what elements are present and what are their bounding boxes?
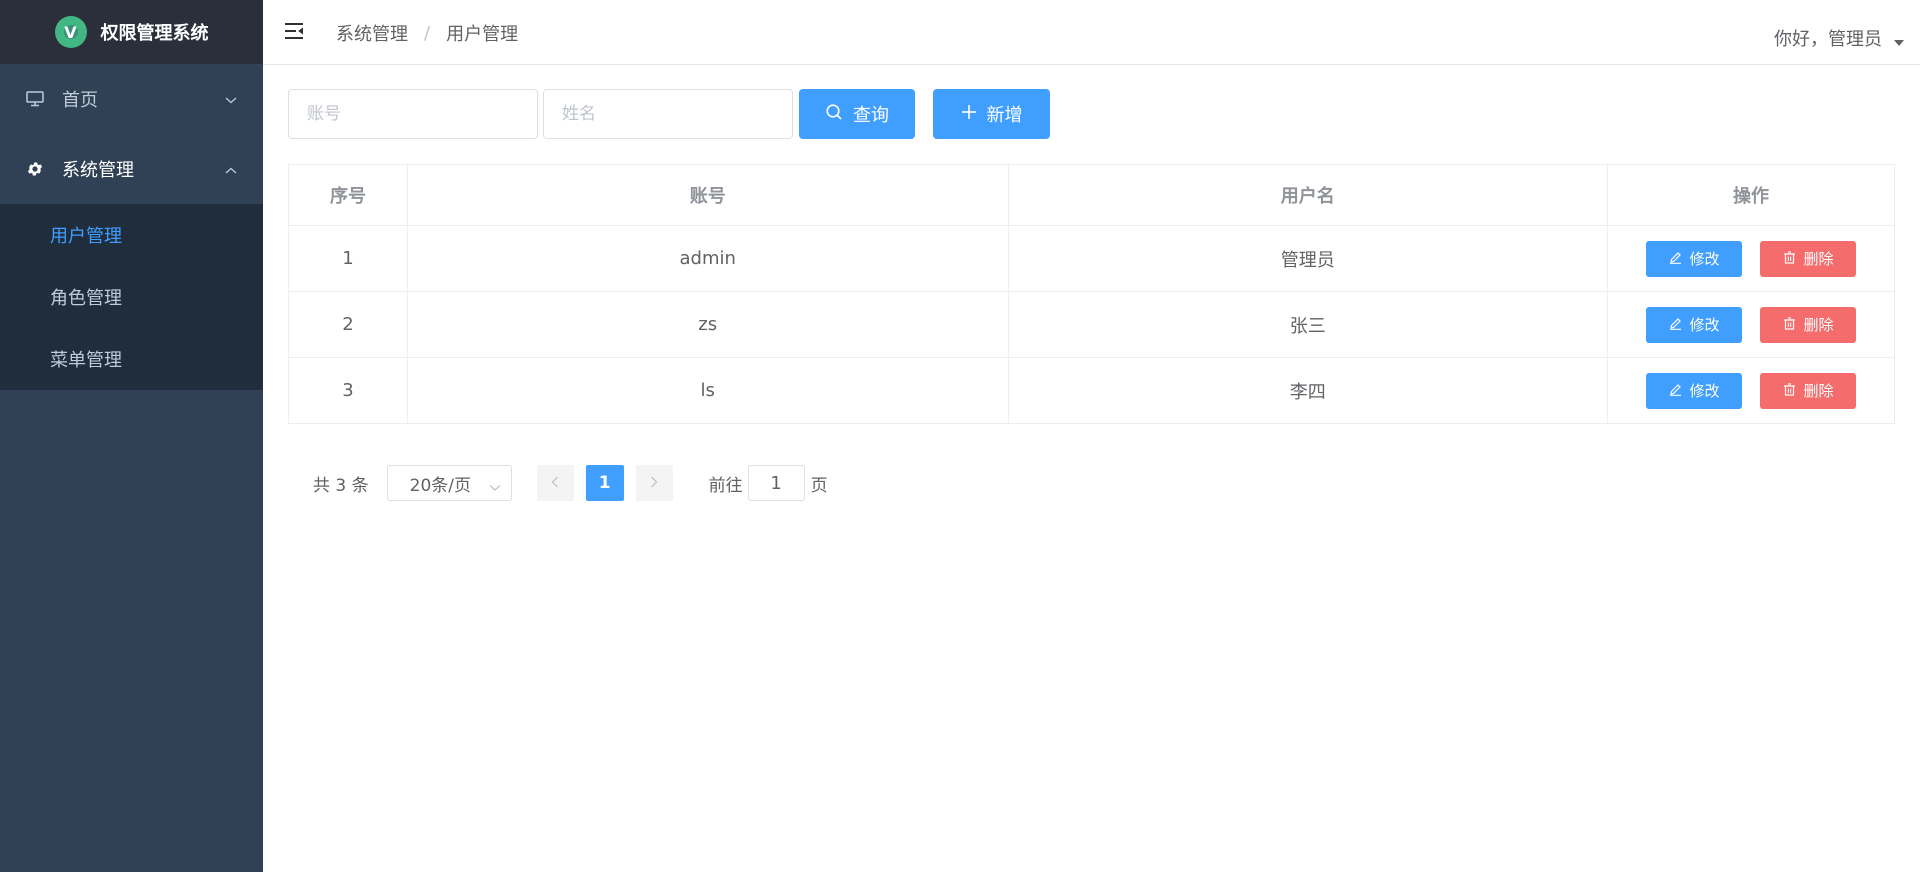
sidebar-item-menus[interactable]: 菜单管理	[0, 328, 263, 390]
table-row: 2 zs 张三 修改 删除	[288, 291, 1895, 358]
edit-icon	[1669, 250, 1682, 268]
table-row: 1 admin 管理员 修改 删除	[288, 225, 1895, 292]
edit-button-label: 修改	[1689, 316, 1720, 334]
vue-logo-icon: V	[54, 16, 87, 48]
page-number-current[interactable]: 1	[585, 465, 624, 501]
breadcrumb-item-system[interactable]: 系统管理	[336, 20, 408, 46]
delete-button[interactable]: 删除	[1760, 306, 1857, 343]
delete-button-label: 删除	[1803, 316, 1834, 334]
column-header-actions: 操作	[1607, 164, 1895, 226]
column-header-index: 序号	[288, 164, 408, 226]
cell-actions: 修改 删除	[1607, 357, 1895, 424]
page-size-value: 20条/页	[409, 475, 471, 496]
edit-button-label: 修改	[1689, 382, 1720, 400]
trash-icon	[1783, 250, 1796, 268]
cell-actions: 修改 删除	[1607, 225, 1895, 292]
page-size-select[interactable]: 20条/页	[386, 465, 512, 501]
account-search-input[interactable]	[288, 89, 538, 139]
cell-account: zs	[406, 291, 1009, 358]
delete-button-label: 删除	[1803, 250, 1834, 268]
user-greeting[interactable]: 你好，管理员	[1774, 25, 1882, 51]
trash-icon	[1783, 382, 1796, 400]
goto-label: 前往	[708, 475, 743, 496]
goto-page-input[interactable]	[747, 465, 805, 501]
cell-username: 管理员	[1007, 225, 1609, 292]
chevron-down-icon	[225, 89, 237, 110]
next-page-button[interactable]	[635, 465, 673, 501]
column-header-username: 用户名	[1007, 164, 1609, 226]
cell-index: 1	[288, 225, 408, 292]
plus-icon	[961, 104, 977, 125]
query-button[interactable]: 查询	[799, 89, 915, 139]
sidebar: V 权限管理系统 首页 系统管理 用户管理 角色管理 菜单管理	[0, 0, 263, 872]
breadcrumb-item-users: 用户管理	[446, 24, 519, 45]
search-bar: 查询 新增	[288, 89, 1050, 139]
cell-actions: 修改 删除	[1607, 291, 1895, 358]
hamburger-icon[interactable]	[283, 20, 305, 42]
sidebar-item-home[interactable]: 首页	[0, 64, 263, 134]
users-table: 序号 账号 用户名 操作 1 admin 管理员 修改 删除 2 zs 张三 修…	[288, 164, 1895, 424]
delete-button[interactable]: 删除	[1760, 372, 1857, 409]
edit-button-label: 修改	[1689, 250, 1720, 268]
cell-username: 张三	[1007, 291, 1609, 358]
sidebar-item-users[interactable]: 用户管理	[0, 204, 263, 266]
query-button-label: 查询	[853, 105, 889, 126]
cell-index: 2	[288, 291, 408, 358]
chevron-down-icon	[489, 477, 501, 497]
cell-username: 李四	[1007, 357, 1609, 424]
pagination: 共 3 条 20条/页 1 前往 页	[313, 465, 828, 501]
breadcrumb-separator: /	[424, 22, 431, 44]
edit-icon	[1669, 316, 1682, 334]
cell-index: 3	[288, 357, 408, 424]
submenu-system: 用户管理 角色管理 菜单管理	[0, 204, 263, 390]
sidebar-item-label: 首页	[62, 90, 98, 111]
search-icon	[825, 103, 843, 126]
table-row: 3 ls 李四 修改 删除	[288, 357, 1895, 424]
sidebar-item-roles[interactable]: 角色管理	[0, 266, 263, 328]
table-header-row: 序号 账号 用户名 操作	[288, 164, 1895, 226]
delete-button-label: 删除	[1803, 382, 1834, 400]
chevron-up-icon	[225, 159, 237, 180]
add-button-label: 新增	[986, 105, 1023, 126]
app-title: 权限管理系统	[100, 23, 209, 44]
pagination-total: 共 3 条	[313, 475, 369, 496]
trash-icon	[1783, 316, 1796, 334]
prev-page-button[interactable]	[536, 465, 574, 501]
chevron-left-icon	[551, 473, 559, 493]
sidebar-item-label: 系统管理	[62, 160, 134, 181]
cell-account: ls	[406, 357, 1009, 424]
breadcrumb: 系统管理 / 用户管理	[336, 20, 518, 46]
edit-button[interactable]: 修改	[1646, 306, 1743, 343]
gear-icon	[24, 158, 46, 180]
name-search-input[interactable]	[543, 89, 793, 139]
column-header-account: 账号	[406, 164, 1009, 226]
top-navbar: 系统管理 / 用户管理 你好，管理员	[263, 0, 1920, 65]
goto-suffix: 页	[810, 475, 828, 496]
monitor-icon	[24, 88, 46, 110]
caret-down-icon[interactable]	[1894, 40, 1904, 46]
chevron-right-icon	[650, 473, 658, 493]
edit-icon	[1669, 382, 1682, 400]
edit-button[interactable]: 修改	[1646, 240, 1743, 277]
logo-letter: V	[64, 22, 77, 42]
edit-button[interactable]: 修改	[1646, 372, 1743, 409]
delete-button[interactable]: 删除	[1760, 240, 1857, 277]
logo-area[interactable]: V 权限管理系统	[0, 0, 263, 64]
add-button[interactable]: 新增	[933, 89, 1050, 139]
cell-account: admin	[406, 225, 1009, 292]
sidebar-item-system[interactable]: 系统管理	[0, 134, 263, 204]
